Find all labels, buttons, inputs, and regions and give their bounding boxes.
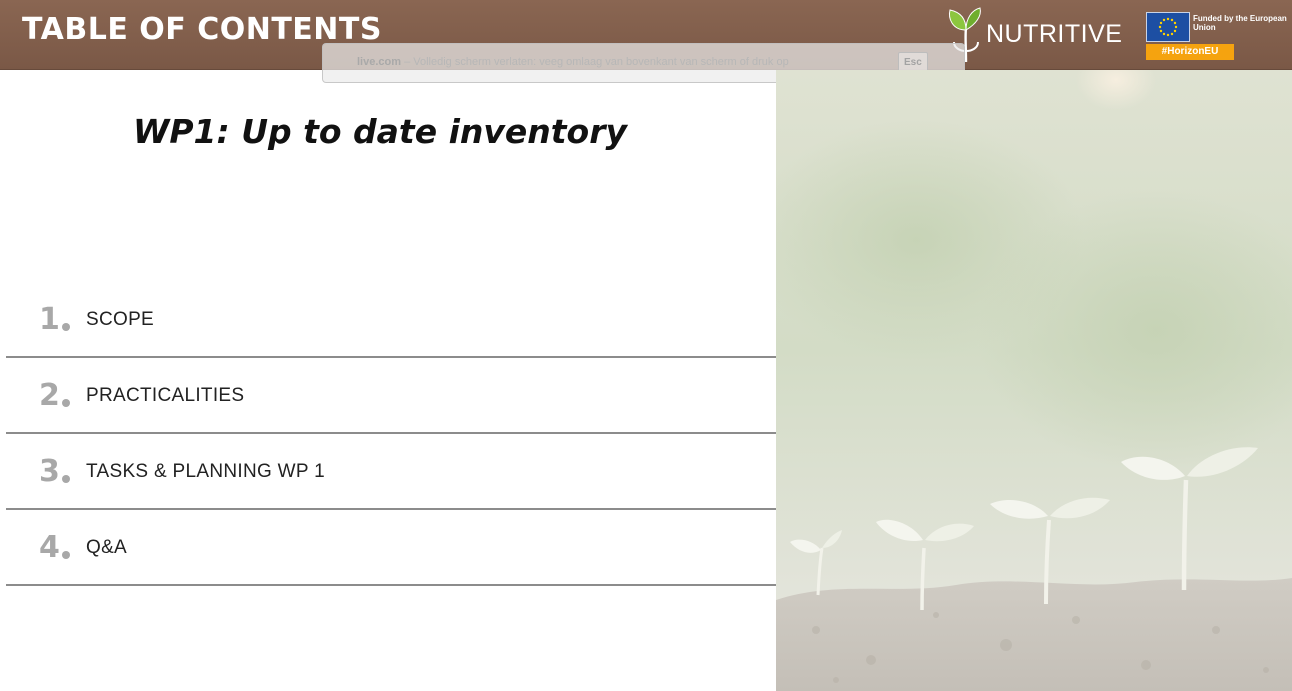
toc-item[interactable]: 3 TASKS & PLANNING WP 1	[6, 434, 777, 510]
notice-site: live.com	[357, 56, 402, 68]
toc-label: PRACTICALITIES	[86, 385, 245, 406]
toc-item[interactable]: 4 Q&A	[6, 510, 777, 586]
notice-separator: –	[401, 56, 414, 68]
toc-item[interactable]: 1 SCOPE	[6, 282, 777, 358]
brand-name: NUTRITIVE	[986, 20, 1123, 48]
toc-list: 1 SCOPE 2 PRACTICALITIES 3 TASKS & PLANN…	[6, 282, 777, 586]
slide-heading: WP1: Up to date inventory	[132, 112, 628, 151]
toc-number: 4	[39, 528, 70, 568]
nutritive-logo: NUTRITIVE	[946, 4, 1126, 66]
toc-label: TASKS & PLANNING WP 1	[86, 461, 325, 482]
horizon-eu-tag: #HorizonEU	[1146, 44, 1234, 60]
header-title: TABLE OF CONTENTS	[22, 12, 382, 47]
toc-number: 1	[39, 300, 70, 340]
fullscreen-notice-text: live.com – Volledig scherm verlaten: vee…	[357, 56, 789, 68]
toc-label: SCOPE	[86, 309, 155, 330]
toc-label: Q&A	[86, 537, 128, 558]
toc-number: 3	[39, 452, 70, 492]
seedlings-photo	[776, 70, 1292, 691]
eu-funded-text: Funded by the European Union	[1193, 14, 1287, 32]
toc-item[interactable]: 2 PRACTICALITIES	[6, 358, 777, 434]
eu-flag-icon	[1146, 12, 1190, 42]
eu-funding-badge: Funded by the European Union #HorizonEU	[1146, 12, 1290, 62]
notice-message: Volledig scherm verlaten: veeg omlaag va…	[413, 56, 789, 68]
toc-number: 2	[39, 376, 70, 416]
